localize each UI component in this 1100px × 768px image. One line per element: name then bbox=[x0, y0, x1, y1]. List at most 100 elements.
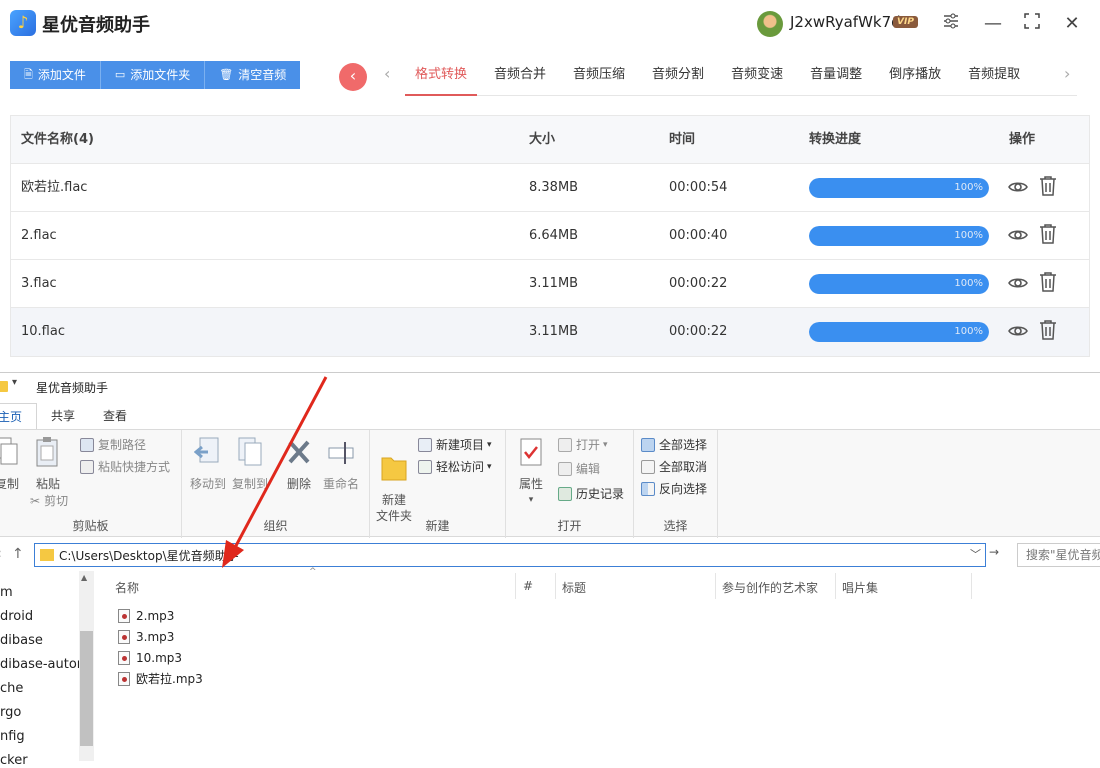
column-number[interactable]: # bbox=[523, 579, 533, 593]
scroll-up-icon[interactable]: ▲ bbox=[81, 573, 87, 582]
delete-trash-icon[interactable] bbox=[1039, 319, 1057, 341]
copy-to-button[interactable]: 复制到 bbox=[230, 436, 270, 492]
table-row[interactable]: 2.flac 6.64MB 00:00:40 100% bbox=[11, 212, 1089, 260]
tab-reverse-play[interactable]: 倒序播放 bbox=[879, 58, 951, 96]
tab-volume-adjust[interactable]: 音量调整 bbox=[800, 58, 872, 96]
table-row[interactable]: 欧若拉.flac 8.38MB 00:00:54 100% bbox=[11, 164, 1089, 212]
column-divider[interactable] bbox=[715, 573, 716, 599]
delete-trash-icon[interactable] bbox=[1039, 175, 1057, 197]
tab-home[interactable]: 主页 bbox=[0, 403, 38, 429]
tabs-prev-icon[interactable]: ‹ bbox=[384, 64, 390, 83]
select-all-button[interactable]: 全部选择 bbox=[641, 436, 707, 453]
tab-audio-merge[interactable]: 音频合并 bbox=[484, 58, 556, 96]
close-icon[interactable]: ✕ bbox=[1058, 10, 1086, 38]
column-divider[interactable] bbox=[971, 573, 972, 599]
maximize-icon[interactable] bbox=[1018, 10, 1046, 38]
address-bar[interactable]: C:\Users\Desktop\星优音频助手 ﹀ bbox=[34, 543, 986, 567]
go-arrow-icon[interactable]: → bbox=[989, 545, 1005, 565]
move-to-button[interactable]: 移动到 bbox=[188, 436, 228, 492]
nav-item[interactable]: droid bbox=[0, 609, 33, 624]
nav-item[interactable]: che bbox=[0, 681, 23, 696]
nav-item[interactable]: rgo bbox=[0, 705, 21, 720]
rename-label: 重命名 bbox=[322, 477, 359, 491]
folder-icon bbox=[0, 381, 8, 392]
column-title[interactable]: 标题 bbox=[562, 579, 586, 596]
add-file-button[interactable]: 🗎 添加文件 bbox=[10, 61, 101, 89]
search-input[interactable]: 搜索"星优音频 bbox=[1017, 543, 1100, 567]
group-label-organize: 组织 bbox=[263, 519, 288, 533]
list-item[interactable]: 2.mp3 bbox=[118, 605, 203, 626]
table-row[interactable]: 3.flac 3.11MB 00:00:22 100% bbox=[11, 260, 1089, 308]
easy-access-button[interactable]: 轻松访问 ▾ bbox=[418, 458, 492, 475]
collapse-arrow-icon[interactable]: ‹ bbox=[339, 63, 367, 91]
invert-selection-icon bbox=[641, 481, 655, 496]
properties-button[interactable]: 属性 ▾ bbox=[514, 436, 548, 508]
group-label-select: 选择 bbox=[663, 519, 688, 533]
column-album[interactable]: 唱片集 bbox=[842, 579, 878, 596]
tab-format-convert[interactable]: 格式转换 bbox=[405, 58, 478, 96]
back-icon[interactable]: ‹ bbox=[0, 546, 2, 562]
quick-access-dropdown-icon[interactable]: ▾ bbox=[12, 377, 17, 388]
tab-view[interactable]: 查看 bbox=[89, 403, 141, 429]
column-divider[interactable] bbox=[835, 573, 836, 599]
app-logo-icon: ♪ bbox=[10, 10, 36, 36]
clear-audio-button[interactable]: 🗑 清空音频 bbox=[205, 61, 301, 89]
navigation-pane: m droid dibase dibase-autom che rgo nfig… bbox=[0, 571, 94, 768]
minimize-icon[interactable]: — bbox=[979, 10, 1007, 38]
nav-item[interactable]: dibase bbox=[0, 633, 43, 648]
copy-icon bbox=[0, 437, 18, 465]
move-to-label: 移动到 bbox=[189, 477, 226, 491]
column-artist[interactable]: 参与创作的艺术家 bbox=[722, 579, 818, 596]
paste-shortcut-button[interactable]: 粘贴快捷方式 bbox=[80, 458, 170, 475]
list-item[interactable]: 欧若拉.mp3 bbox=[118, 668, 203, 689]
column-divider[interactable] bbox=[555, 573, 556, 599]
easy-access-dropdown-icon: ▾ bbox=[487, 461, 492, 472]
select-all-label: 全部选择 bbox=[659, 438, 708, 452]
chevron-down-icon[interactable]: ﹀ bbox=[970, 546, 981, 562]
copy-path-button[interactable]: 复制路径 bbox=[80, 436, 146, 453]
select-none-button[interactable]: 全部取消 bbox=[641, 458, 707, 475]
settings-icon[interactable] bbox=[937, 10, 965, 38]
new-item-button[interactable]: 新建项目 ▾ bbox=[418, 436, 492, 453]
nav-item[interactable]: m bbox=[0, 585, 13, 600]
tab-audio-split[interactable]: 音频分割 bbox=[642, 58, 714, 96]
table-row[interactable]: 10.flac 3.11MB 00:00:22 100% bbox=[11, 308, 1089, 356]
up-arrow-icon[interactable]: ↑ bbox=[12, 546, 24, 562]
new-folder-button[interactable]: 新建 文件夹 bbox=[374, 436, 414, 524]
avatar[interactable] bbox=[757, 11, 783, 37]
invert-selection-button[interactable]: 反向选择 bbox=[641, 480, 707, 497]
history-button[interactable]: 历史记录 bbox=[558, 485, 624, 502]
tab-audio-speed[interactable]: 音频变速 bbox=[721, 58, 793, 96]
nav-item[interactable]: cker bbox=[0, 753, 28, 768]
edit-button[interactable]: 编辑 bbox=[558, 460, 600, 477]
preview-eye-icon[interactable] bbox=[1008, 177, 1028, 197]
delete-trash-icon[interactable] bbox=[1039, 223, 1057, 245]
list-item[interactable]: 10.mp3 bbox=[118, 647, 203, 668]
tab-audio-compress[interactable]: 音频压缩 bbox=[563, 58, 635, 96]
nav-item[interactable]: nfig bbox=[0, 729, 25, 744]
nav-item[interactable]: dibase-autom bbox=[0, 657, 89, 672]
tab-audio-extract[interactable]: 音频提取 bbox=[958, 58, 1030, 96]
delete-trash-icon[interactable] bbox=[1039, 271, 1057, 293]
preview-eye-icon[interactable] bbox=[1008, 321, 1028, 341]
tabs-next-icon[interactable]: › bbox=[1064, 64, 1070, 83]
username[interactable]: J2xwRyafWk7d bbox=[790, 13, 901, 31]
table-header: 文件名称(4) 大小 时间 转换进度 操作 bbox=[11, 116, 1089, 164]
nav-scrollbar-thumb[interactable] bbox=[80, 631, 93, 746]
column-name[interactable]: 名称 bbox=[115, 579, 139, 596]
header-time: 时间 bbox=[669, 132, 696, 147]
ribbon: 复制 粘贴 复制路径 粘贴快捷方式 ✂ 剪切 剪贴板 移动到 复制到 删除 重命… bbox=[0, 429, 1100, 538]
preview-eye-icon[interactable] bbox=[1008, 225, 1028, 245]
paste-button[interactable]: 粘贴 bbox=[32, 436, 64, 492]
cut-button[interactable]: ✂ 剪切 bbox=[30, 492, 68, 509]
delete-button[interactable]: 删除 bbox=[282, 436, 316, 492]
preview-eye-icon[interactable] bbox=[1008, 273, 1028, 293]
rename-button[interactable]: 重命名 bbox=[320, 436, 362, 492]
add-folder-button[interactable]: ▭ 添加文件夹 bbox=[100, 61, 206, 89]
tab-share[interactable]: 共享 bbox=[37, 403, 89, 429]
copy-button[interactable]: 复制 bbox=[0, 436, 22, 492]
group-label-clipboard: 剪贴板 bbox=[72, 519, 109, 533]
column-divider[interactable] bbox=[515, 573, 516, 599]
open-button[interactable]: 打开 ▾ bbox=[558, 436, 608, 453]
list-item[interactable]: 3.mp3 bbox=[118, 626, 203, 647]
